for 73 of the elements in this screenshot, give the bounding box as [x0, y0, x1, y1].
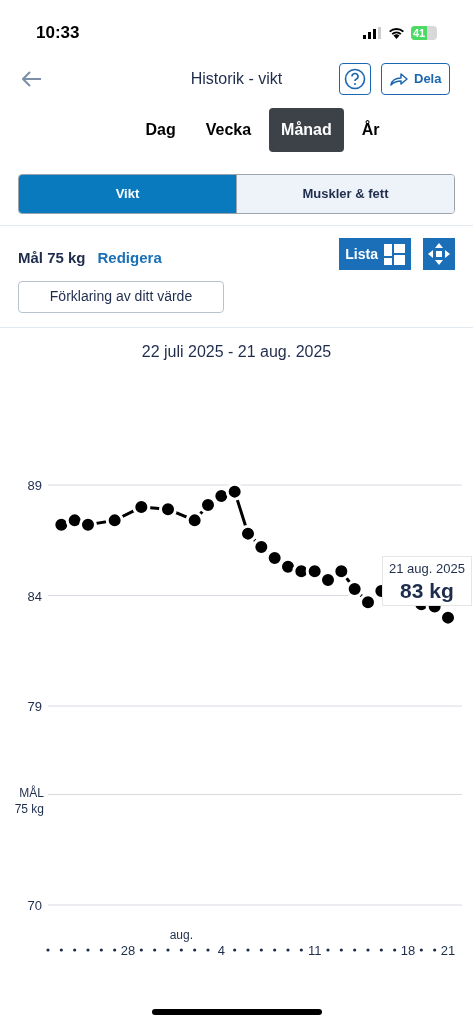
signal-icon	[363, 27, 382, 39]
x-axis-tick-icon	[246, 947, 250, 952]
status-time: 10:33	[36, 22, 80, 45]
help-button[interactable]	[339, 63, 371, 95]
y-axis-label: 79	[27, 698, 42, 714]
x-axis-tick-icon	[46, 947, 50, 952]
x-axis-tick-icon	[286, 947, 290, 952]
list-button[interactable]: Lista	[339, 238, 411, 270]
data-point[interactable]	[52, 515, 71, 534]
tooltip-date: 21 aug. 2025	[389, 559, 465, 578]
x-axis-tick-icon	[179, 947, 183, 952]
y-axis-label: 70	[27, 897, 42, 913]
data-point[interactable]	[265, 548, 284, 567]
data-point[interactable]	[79, 515, 97, 534]
data-point[interactable]	[359, 592, 377, 611]
data-point[interactable]	[345, 579, 364, 598]
x-axis-label: 11	[307, 942, 322, 958]
y-axis-label: 89	[27, 477, 42, 493]
x-axis-tick-icon	[99, 947, 103, 952]
period-tab[interactable]: Dag	[133, 108, 188, 152]
x-axis-tick-icon	[86, 947, 90, 952]
x-axis-tick-icon	[366, 947, 370, 952]
data-point[interactable]	[239, 524, 257, 543]
x-axis-tick-icon	[433, 947, 437, 952]
data-point[interactable]	[439, 608, 457, 627]
x-axis-tick-icon	[153, 947, 157, 952]
x-axis-tick-icon	[393, 947, 397, 952]
view-tab[interactable]: Muskler & fett	[236, 175, 454, 213]
x-axis-label: 21	[440, 942, 456, 958]
wifi-icon	[388, 27, 405, 39]
x-axis-tick-icon	[259, 947, 263, 952]
x-axis-tick-icon	[193, 947, 197, 952]
period-tab[interactable]: Vecka	[193, 108, 264, 152]
x-axis-tick-icon	[379, 947, 383, 952]
move-arrows-icon	[428, 243, 450, 265]
x-axis-tick-icon	[273, 947, 277, 952]
x-axis-tick-icon	[206, 947, 210, 952]
x-axis-tick-icon	[139, 947, 143, 952]
x-axis-tick-icon	[166, 947, 170, 952]
month-label: aug.	[169, 927, 193, 942]
back-arrow-icon[interactable]	[22, 71, 42, 87]
x-axis-tick-icon	[339, 947, 343, 952]
share-button[interactable]: Dela	[381, 63, 451, 95]
period-tab[interactable]: Månad	[269, 108, 344, 152]
x-axis-tick-icon	[353, 947, 357, 952]
period-tab[interactable]: År	[349, 108, 392, 152]
x-axis-tick-icon	[233, 947, 237, 952]
x-axis-tick-icon	[326, 947, 330, 952]
x-axis-label: 18	[400, 942, 416, 958]
x-axis-label: 28	[120, 942, 136, 958]
share-icon	[390, 72, 408, 86]
y-axis-label: 84	[27, 588, 42, 604]
data-point[interactable]	[252, 537, 271, 556]
x-axis-label: 4	[217, 942, 225, 958]
x-axis-tick-icon	[419, 947, 423, 952]
edit-link[interactable]: Redigera	[97, 247, 162, 270]
expand-button[interactable]	[423, 238, 455, 270]
page-title: Historik - vikt	[190, 69, 283, 89]
goal-axis-label: MÅL 75 kg	[13, 784, 44, 817]
x-axis-tick-icon	[73, 947, 77, 952]
data-point[interactable]	[185, 510, 204, 529]
layout-grid-icon	[384, 243, 405, 265]
data-point[interactable]	[225, 482, 244, 501]
help-icon	[344, 68, 366, 90]
battery-level: 41	[411, 26, 428, 40]
explanation-button[interactable]: Förklaring av ditt värde	[18, 280, 224, 313]
x-axis-tick-icon	[113, 947, 117, 952]
goal-text: Mål 75 kg	[18, 248, 86, 268]
tooltip-value: 83 kg	[400, 578, 454, 603]
x-axis-tick-icon	[299, 947, 303, 952]
date-range: 22 juli 2025 - 21 aug. 2025	[141, 341, 332, 362]
x-axis-tick-icon	[59, 947, 63, 952]
view-tab[interactable]: Vikt	[19, 175, 236, 213]
